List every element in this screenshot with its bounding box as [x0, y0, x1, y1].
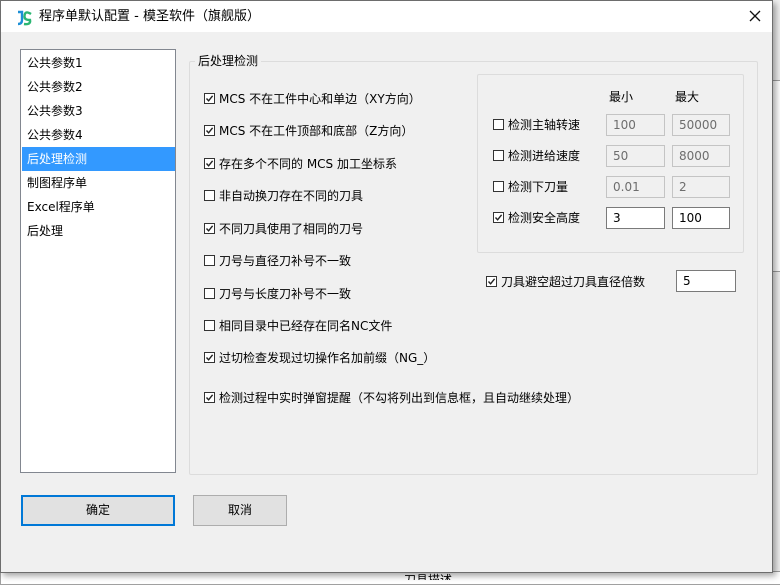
spindle-min-input[interactable]: 100	[606, 114, 665, 136]
ok-button[interactable]: 确定	[21, 495, 175, 526]
checkmark-icon	[494, 214, 503, 221]
config-dialog: 程序单默认配置 - 模圣软件（旗舰版） 公共参数1 公共参数2 公共参数3 公共…	[0, 0, 773, 573]
cancel-button[interactable]: 取消	[193, 495, 287, 526]
safe-height-max-input[interactable]: 100	[672, 207, 730, 229]
checkmark-icon	[487, 278, 496, 285]
title-bar: 程序单默认配置 - 模圣软件（旗舰版）	[1, 1, 772, 32]
nav-item-postprocess-check[interactable]: 后处理检测	[22, 147, 175, 171]
checkbox-label: 存在多个不同的 MCS 加工坐标系	[219, 157, 397, 171]
background-panel	[0, 571, 780, 585]
close-icon	[749, 10, 761, 22]
stepdown-min-input[interactable]: 0.01	[606, 176, 665, 198]
feed-min-input[interactable]: 50	[606, 145, 665, 167]
nav-item-common-3[interactable]: 公共参数3	[22, 99, 175, 123]
checkmark-icon	[205, 95, 214, 102]
nav-item-common-2[interactable]: 公共参数2	[22, 75, 175, 99]
checkbox-label: 检测安全高度	[508, 211, 581, 225]
checkbox-label: MCS 不在工件中心和单边（XY方向）	[219, 92, 421, 106]
checkbox[interactable]	[204, 158, 215, 169]
window-title: 程序单默认配置 - 模圣软件（旗舰版）	[39, 9, 260, 24]
checkbox[interactable]	[204, 352, 215, 363]
checkbox[interactable]	[493, 119, 504, 130]
checkbox-label: 过切检查发现过切操作名加前缀（NG_）	[219, 351, 436, 365]
app-logo-icon	[17, 10, 32, 26]
checkbox[interactable]	[204, 125, 215, 136]
nav-item-common-1[interactable]: 公共参数1	[22, 51, 175, 75]
checkmark-icon	[205, 127, 214, 134]
spindle-max-input[interactable]: 50000	[672, 114, 730, 136]
clearance-ratio-input[interactable]: 5	[676, 270, 736, 292]
checkbox-label: MCS 不在工件顶部和底部（Z方向）	[219, 124, 414, 138]
checkbox[interactable]	[493, 150, 504, 161]
checkbox[interactable]	[493, 212, 504, 223]
checkbox[interactable]	[204, 93, 215, 104]
checkbox[interactable]	[204, 392, 215, 403]
checkbox[interactable]	[204, 223, 215, 234]
nav-item-drawing-sheet[interactable]: 制图程序单	[22, 171, 175, 195]
safe-height-min-input[interactable]: 3	[606, 207, 665, 229]
checkbox[interactable]	[493, 181, 504, 192]
checkbox-label: 检测主轴转速	[508, 118, 581, 132]
checkbox-label: 检测下刀量	[508, 180, 569, 194]
checkmark-icon	[205, 160, 214, 167]
checkbox-label: 检测进给速度	[508, 149, 581, 163]
checkbox-label: 刀号与长度刀补号不一致	[219, 287, 352, 301]
checkbox-label: 刀具避空超过刀具直径倍数	[501, 275, 646, 289]
close-button[interactable]	[742, 4, 768, 28]
feed-max-input[interactable]: 8000	[672, 145, 730, 167]
checkmark-icon	[205, 225, 214, 232]
checkbox-label: 不同刀具使用了相同的刀号	[219, 222, 364, 236]
stepdown-max-input[interactable]: 2	[672, 176, 730, 198]
checkbox[interactable]	[486, 276, 497, 287]
checkbox-label: 检测过程中实时弹窗提醒（不勾将列出到信息框，且自动继续处理）	[219, 391, 580, 405]
nav-item-common-4[interactable]: 公共参数4	[22, 123, 175, 147]
checkbox-label: 非自动换刀存在不同的刀具	[219, 189, 364, 203]
group-title: 后处理检测	[195, 54, 262, 68]
checkbox-label: 相同目录中已经存在同名NC文件	[219, 319, 393, 333]
category-list: 公共参数1 公共参数2 公共参数3 公共参数4 后处理检测 制图程序单 Exce…	[20, 49, 176, 473]
checkbox[interactable]	[204, 288, 215, 299]
min-header: 最小	[609, 90, 634, 104]
nav-item-postprocess[interactable]: 后处理	[22, 219, 175, 243]
checkmark-icon	[205, 394, 214, 401]
checkbox-label: 刀号与直径刀补号不一致	[219, 254, 352, 268]
nav-item-excel-sheet[interactable]: Excel程序单	[22, 195, 175, 219]
checkbox[interactable]	[204, 190, 215, 201]
checkmark-icon	[205, 354, 214, 361]
checkbox[interactable]	[204, 255, 215, 266]
max-header: 最大	[675, 90, 700, 104]
checkbox[interactable]	[204, 320, 215, 331]
